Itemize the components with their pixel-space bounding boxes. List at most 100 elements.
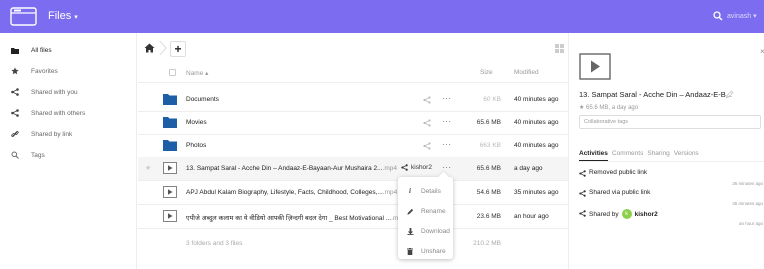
sidebar-item-shared-by-link[interactable]: Shared by link (0, 125, 137, 143)
share-icon (579, 170, 586, 177)
avatar[interactable]: k (621, 209, 632, 219)
file-modified: 40 minutes ago (514, 96, 559, 103)
trash-icon (406, 247, 414, 255)
close-icon[interactable]: × (760, 47, 764, 56)
sidebar-item-all-files[interactable]: All files (0, 41, 137, 59)
grid-view-icon[interactable] (555, 44, 564, 53)
sidebar-item-tags[interactable]: Tags (0, 146, 137, 164)
new-file-button[interactable]: + (170, 41, 186, 57)
file-name[interactable]: APJ Abdul Kalam Biography, Lifestyle, Fa… (186, 189, 397, 196)
table-row[interactable]: एपीजे अब्दुल कलाम का ये वीडियो आपकी ज़िन… (138, 205, 568, 229)
more-actions-icon[interactable]: ··· (442, 117, 452, 126)
file-name[interactable]: Photos (186, 142, 206, 149)
file-basename: एपीजे अब्दुल कलाम का ये वीडियो आपकी ज़िन… (186, 215, 392, 222)
menu-item-rename[interactable]: Rename (398, 201, 453, 221)
download-icon (406, 227, 414, 235)
user-menu[interactable]: avinash ▾ (727, 12, 757, 20)
search-icon[interactable] (713, 11, 723, 21)
tab-versions[interactable]: Versions (674, 150, 699, 161)
share-icon[interactable] (423, 119, 431, 127)
table-row[interactable]: Movies ··· 65.6 MB 40 minutes ago (138, 111, 568, 135)
breadcrumb-separator-icon (159, 41, 167, 55)
menu-item-details[interactable]: i Details (398, 181, 453, 201)
file-name[interactable]: एपीजे अब्दुल कलाम का ये वीडियो आपकी ज़िन… (186, 213, 406, 222)
menu-item-download[interactable]: Download (398, 221, 453, 241)
more-actions-icon[interactable]: ··· (442, 94, 452, 103)
table-row[interactable]: APJ Abdul Kalam Biography, Lifestyle, Fa… (138, 181, 568, 205)
share-icon[interactable] (423, 142, 431, 150)
share-icon[interactable] (423, 96, 431, 104)
file-size: 60 KB (483, 96, 501, 103)
file-name[interactable]: 13. Sampat Saral - Acche Din – Andaaz-E-… (186, 165, 397, 172)
file-modified: 40 minutes ago (514, 119, 559, 126)
activity-user[interactable]: kishor2 (635, 211, 658, 218)
video-file-icon (163, 186, 177, 198)
column-header-name[interactable]: Name ▴ (186, 69, 208, 77)
folder-icon (163, 117, 177, 128)
share-icon (401, 164, 408, 171)
select-all-checkbox[interactable] (169, 69, 176, 76)
shared-with-indicator[interactable]: kishor2 (401, 164, 432, 171)
app-header: Files ▾ avinash ▾ (0, 0, 764, 33)
file-modified: a day ago (514, 165, 543, 172)
table-row[interactable]: ★ 13. Sampat Saral - Acche Din – Andaaz-… (138, 157, 568, 181)
folder-icon (163, 140, 177, 151)
file-extension: .mp4 (382, 165, 397, 172)
app-menu[interactable]: Files ▾ (48, 10, 78, 22)
activity-item: Shared by k kishor2 an hour ago (579, 209, 764, 230)
tab-comments[interactable]: Comments (612, 150, 643, 161)
info-icon: i (409, 187, 411, 195)
caret-down-icon: ▾ (74, 14, 78, 21)
activity-text: Shared by k kishor2 (589, 209, 658, 219)
sidebar-item-shared-with-others[interactable]: Shared with others (0, 104, 137, 122)
menu-item-label: Rename (421, 207, 446, 215)
shared-with-user: kishor2 (411, 164, 432, 171)
file-modified: 40 minutes ago (514, 142, 559, 149)
activity-text: Removed public link (589, 169, 648, 176)
activity-time: 36 minutes ago (732, 201, 763, 206)
pencil-icon (406, 207, 414, 215)
activity-prefix: Shared by (589, 210, 619, 218)
activity-item: Removed public link 36 minutes ago (579, 169, 764, 190)
table-row[interactable]: Photos ··· 663 KB 40 minutes ago (138, 134, 568, 158)
file-extension: .mp4 (382, 189, 398, 196)
sidebar-item-shared-with-you[interactable]: Shared with you (0, 83, 137, 101)
activity-time: an hour ago (738, 221, 763, 226)
table-row[interactable]: Documents ··· 60 KB 40 minutes ago (138, 88, 568, 112)
menu-item-unshare[interactable]: Unshare (398, 241, 453, 261)
sidebar-item-label: Shared with you (31, 88, 78, 96)
more-actions-icon[interactable]: ··· (442, 140, 452, 149)
divider (579, 161, 764, 162)
link-icon (10, 129, 20, 139)
tab-sharing[interactable]: Sharing (647, 150, 669, 161)
app-name-label: Files (48, 10, 72, 22)
file-size: 23.6 MB (476, 213, 501, 220)
favorite-star-icon[interactable]: ★ (145, 165, 152, 172)
file-modified: an hour ago (514, 213, 549, 220)
video-file-icon (579, 53, 611, 80)
column-header-modified[interactable]: Modified (514, 69, 539, 76)
share-icon (10, 87, 20, 97)
file-actions-menu: i Details Rename Download Unshare (398, 177, 453, 259)
file-name[interactable]: Documents (186, 96, 219, 103)
activity-time: 36 minutes ago (732, 181, 763, 186)
file-list-area: + Name ▴ Size Modified Documents ··· 60 … (138, 33, 568, 269)
table-header: Name ▴ Size Modified (138, 63, 568, 83)
column-header-size[interactable]: Size (480, 69, 493, 76)
file-name[interactable]: Movies (186, 119, 207, 126)
share-icon (579, 210, 586, 217)
menu-item-label: Download (421, 227, 450, 235)
sidebar-item-label: Shared by link (31, 130, 73, 138)
nextcloud-logo-icon[interactable] (10, 7, 37, 26)
details-sidebar: × 13. Sampat Saral - Acche Din – Andaaz-… (568, 33, 764, 269)
folder-icon (163, 94, 177, 105)
home-icon[interactable] (144, 43, 155, 53)
tags-input[interactable]: Collaborative tags (579, 115, 761, 129)
share-icon (579, 190, 586, 197)
menu-item-label: Details (421, 187, 441, 195)
sidebar-item-favorites[interactable]: Favorites (0, 62, 137, 80)
folder-icon (10, 45, 20, 55)
file-basename: 13. Sampat Saral - Acche Din – Andaaz-E-… (186, 165, 383, 172)
tab-activities[interactable]: Activities (579, 150, 608, 161)
pencil-icon[interactable] (726, 90, 734, 98)
